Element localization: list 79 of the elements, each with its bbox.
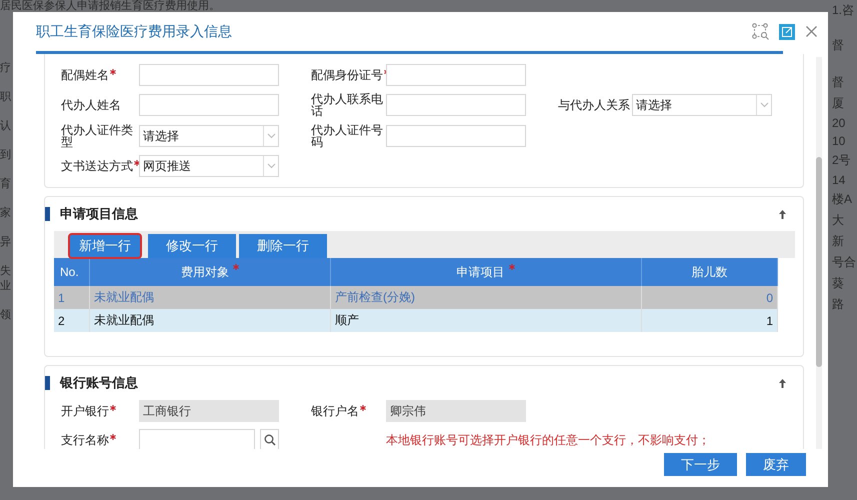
search-icon xyxy=(264,434,276,446)
background-text: 1.咨 xyxy=(832,2,856,19)
input-field[interactable] xyxy=(386,64,526,86)
select-field[interactable]: 请选择 xyxy=(139,125,279,147)
column-header[interactable]: 费用对象 xyxy=(90,258,330,286)
background-text: 10 xyxy=(832,134,846,148)
table-cell: 产前检查(分娩) xyxy=(330,286,642,309)
toolbar-button[interactable]: 删除一行 xyxy=(239,234,327,258)
background-text: 2号 xyxy=(832,152,852,169)
table-cell: 1 xyxy=(641,309,778,332)
close-icon[interactable] xyxy=(805,25,818,38)
background-text: 认 xyxy=(0,119,12,133)
field-label: 代办人证件号码 xyxy=(311,123,383,149)
dialog-button[interactable]: 下一步 xyxy=(664,453,737,476)
table-cell: 1 xyxy=(54,286,90,309)
background-text: 疗 xyxy=(0,61,12,75)
background-text: 葵 xyxy=(832,275,845,292)
field-label: 代办人姓名 xyxy=(61,98,121,112)
background-text: 领 xyxy=(0,308,12,322)
background-text: 督 xyxy=(832,74,845,91)
background-text: 家 xyxy=(0,206,12,220)
field-label: 与代办人关系 xyxy=(558,98,630,112)
table-cell: 未就业配偶 xyxy=(90,309,330,332)
input-field: 工商银行 xyxy=(139,400,279,422)
field-label: 文书送达方式 xyxy=(61,159,133,173)
table-cell: 2 xyxy=(54,309,90,332)
input-field[interactable] xyxy=(386,125,526,147)
input-field[interactable] xyxy=(386,94,526,116)
table-cell: 0 xyxy=(641,286,778,309)
background-text: 14 xyxy=(832,173,846,187)
dialog-button[interactable]: 废弃 xyxy=(746,453,806,476)
chevron-down-icon xyxy=(760,102,768,108)
section-marker xyxy=(45,207,50,221)
toolbar-button[interactable]: 修改一行 xyxy=(148,234,236,258)
field-label: 银行户名 xyxy=(311,404,359,418)
field-label: 配偶姓名 xyxy=(61,68,109,82)
input-field: 卿宗伟 xyxy=(386,400,526,422)
diagram-icon[interactable] xyxy=(752,23,769,40)
background-text: 职 xyxy=(0,90,12,104)
arrow-up-icon[interactable] xyxy=(778,378,787,388)
scrollbar[interactable] xyxy=(816,57,822,449)
field-label: 配偶身份证号 xyxy=(311,68,383,82)
background-text: 号合 xyxy=(832,254,856,271)
background-text: 失业 xyxy=(0,264,12,293)
field-label: 代办人证件类型 xyxy=(61,123,133,149)
background-text: 楼A xyxy=(832,191,854,208)
arrow-up-icon[interactable] xyxy=(778,208,787,220)
table-cell: 顺产 xyxy=(330,309,642,332)
select-field[interactable]: 请选择 xyxy=(632,94,772,116)
chevron-down-icon xyxy=(266,163,276,169)
background-text: 路 xyxy=(832,296,845,313)
dialog-title: 职工生育保险医疗费用录入信息 xyxy=(36,22,233,40)
background-text: 到 xyxy=(0,148,12,162)
input-field[interactable] xyxy=(139,94,279,116)
background-text: 厦 xyxy=(832,95,845,112)
chevron-down-icon xyxy=(266,133,276,139)
background-text: 大 xyxy=(832,212,845,229)
select-field[interactable]: 网页推送 xyxy=(139,155,279,177)
input-field[interactable] xyxy=(139,429,255,449)
table-cell: 未就业配偶 xyxy=(90,286,330,309)
background-text: 新 xyxy=(832,233,845,250)
section-marker xyxy=(45,376,50,390)
field-label: 支行名称 xyxy=(61,433,109,447)
background-text: 异 xyxy=(0,235,12,249)
external-link-icon[interactable] xyxy=(779,24,795,40)
section-title: 银行账号信息 xyxy=(60,374,139,392)
background-text: 20 xyxy=(832,116,846,130)
column-header[interactable]: No. xyxy=(54,258,90,286)
column-header[interactable]: 胎儿数 xyxy=(641,258,778,286)
notice-text: 本地银行账号可选择开户银行的任意一个支行，不影响支付； xyxy=(386,432,711,448)
field-label: 开户银行 xyxy=(61,404,109,418)
column-header[interactable]: 申请项目 xyxy=(330,258,642,286)
toolbar-button[interactable]: 新增一行 xyxy=(69,234,141,258)
background-text: 督 xyxy=(832,37,845,54)
search-button[interactable] xyxy=(260,429,279,449)
background-text: 育 xyxy=(0,176,12,191)
input-field[interactable] xyxy=(139,64,279,86)
section-title: 申请项目信息 xyxy=(60,205,139,223)
field-label: 代办人联系电话 xyxy=(311,92,383,118)
